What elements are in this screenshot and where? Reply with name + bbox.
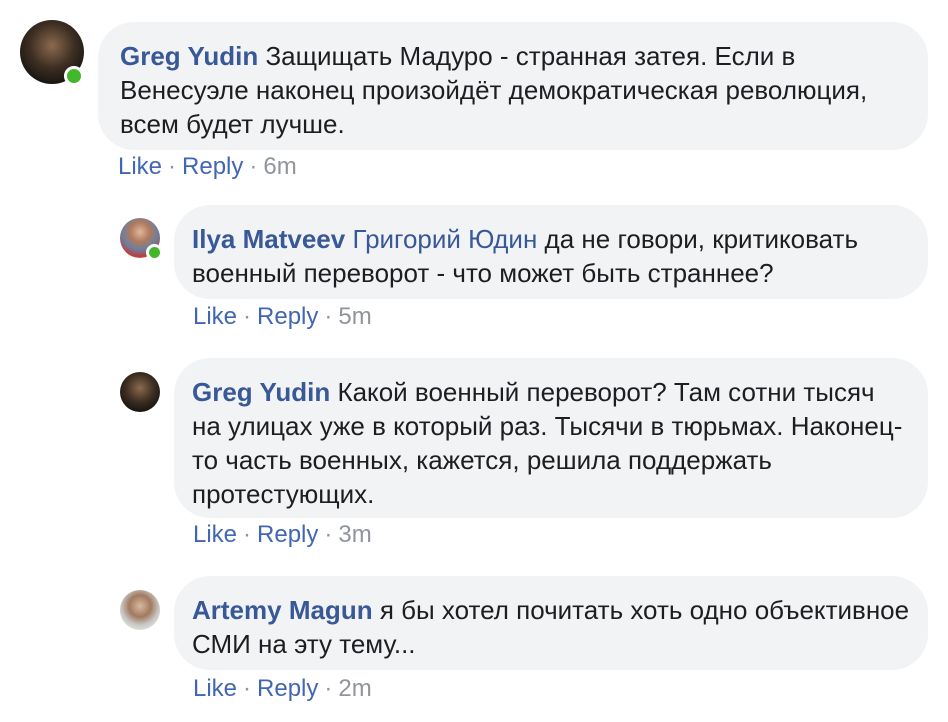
comment-author-link[interactable]: Greg Yudin [192,377,330,407]
separator: · [324,303,333,330]
avatar-photo [120,372,160,412]
avatar[interactable] [20,20,84,86]
comment-author-link[interactable]: Artemy Magun [192,595,373,625]
comment-actions: Like · Reply · 2m [193,674,372,704]
comment-timestamp[interactable]: 2m [338,675,371,702]
separator: · [243,521,252,548]
mention-link[interactable]: Григорий Юдин [352,224,537,254]
avatar[interactable] [120,590,160,630]
separator: · [249,153,258,180]
comment-timestamp[interactable]: 3m [338,521,371,548]
separator: · [168,153,177,180]
separator: · [243,303,252,330]
reply-button[interactable]: Reply [182,153,243,180]
separator: · [324,521,333,548]
comment-actions: Like · Reply · 3m [193,520,372,550]
reply-button[interactable]: Reply [257,521,318,548]
comment-bubble: Ilya Matveev Григорий Юдин да не говори,… [174,205,928,299]
avatar[interactable] [120,218,163,261]
avatar[interactable] [120,372,160,412]
like-button[interactable]: Like [193,303,237,330]
comment-timestamp[interactable]: 6m [263,153,296,180]
separator: · [324,675,333,702]
comment-bubble: Artemy Magun я бы хотел почитать хоть од… [174,576,928,670]
comment-timestamp[interactable]: 5m [338,303,371,330]
comment-bubble: Greg Yudin Защищать Мадуро - странная за… [98,22,928,150]
avatar-photo [120,590,160,630]
like-button[interactable]: Like [193,521,237,548]
like-button[interactable]: Like [118,153,162,180]
comment-author-link[interactable]: Greg Yudin [120,41,258,71]
like-button[interactable]: Like [193,675,237,702]
separator: · [243,675,252,702]
comment-actions: Like · Reply · 6m [118,152,297,182]
reply-button[interactable]: Reply [257,303,318,330]
comment-bubble: Greg Yudin Какой военный переворот? Там … [174,358,928,518]
comment-actions: Like · Reply · 5m [193,302,372,332]
online-status-icon [146,244,163,261]
reply-button[interactable]: Reply [257,675,318,702]
comment-author-link[interactable]: Ilya Matveev [192,224,345,254]
online-status-icon [64,66,84,86]
